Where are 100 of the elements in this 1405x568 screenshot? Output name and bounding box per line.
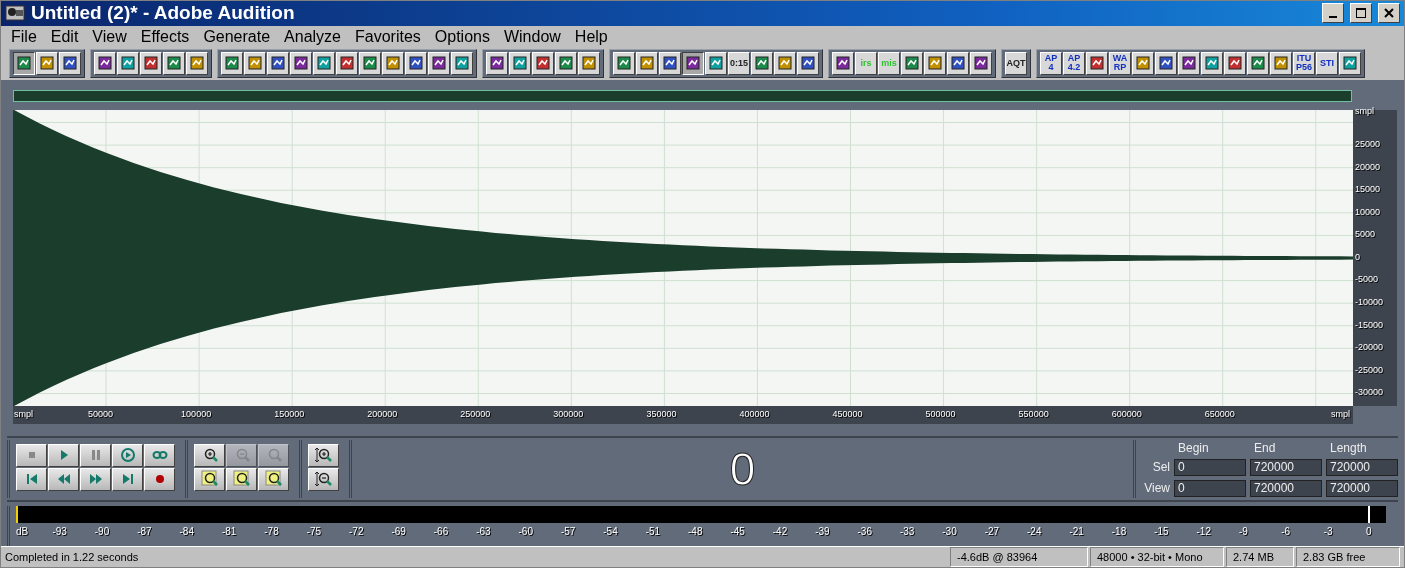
transport-button[interactable]: [112, 443, 143, 467]
peak-marker: [1368, 505, 1370, 523]
toolbar-icon: [1089, 55, 1105, 72]
axis-label: 50000: [88, 408, 114, 419]
transport-button[interactable]: [144, 443, 175, 467]
meter-label: -81: [221, 525, 237, 537]
transport-button[interactable]: [48, 443, 79, 467]
toolbar-button[interactable]: AP 4: [1040, 51, 1062, 75]
toolbar-icon: [973, 55, 989, 72]
meter-label: -57: [560, 525, 576, 537]
zoom-button[interactable]: [194, 467, 225, 491]
toolbar-icon: [166, 55, 182, 72]
zoom-button[interactable]: [226, 467, 257, 491]
transport-button[interactable]: [144, 467, 175, 491]
meter-label: -51: [645, 525, 661, 537]
transport-button[interactable]: [80, 467, 111, 491]
toolbar-icon: [339, 55, 355, 72]
meter-label: -12: [1196, 525, 1211, 537]
meter-label: -33: [899, 525, 915, 537]
menu-item[interactable]: Analyze: [278, 27, 349, 46]
vertical-zoom-button[interactable]: [308, 443, 339, 467]
toolbar-button[interactable]: AP 4.2: [1063, 51, 1085, 75]
axis-label: -5000: [1355, 274, 1379, 285]
time-field[interactable]: 720000: [1326, 458, 1398, 476]
toolbar-icon: [143, 55, 159, 72]
toolbar-icon: [904, 55, 920, 72]
axis-label: -20000: [1355, 342, 1384, 353]
toolbar-icon: [1342, 55, 1358, 72]
maximize-button[interactable]: [1350, 3, 1372, 24]
time-field[interactable]: 720000: [1326, 479, 1398, 497]
magnifier-icon: [200, 470, 219, 489]
toolbar-button[interactable]: AQT: [1005, 51, 1027, 75]
toolbar-icon: [639, 55, 655, 72]
transport-button[interactable]: [80, 443, 111, 467]
meter-label: -63: [476, 525, 491, 537]
toolbar-icon: [835, 55, 851, 72]
menu-item[interactable]: Edit: [44, 27, 87, 46]
meter-label: -18: [1111, 525, 1127, 537]
toolbar-icon: [247, 55, 263, 72]
status-field: 2.83 GB free: [1296, 546, 1400, 567]
toolbar-icon: [454, 55, 470, 72]
transport-button[interactable]: [48, 467, 79, 491]
menu-item[interactable]: View: [86, 27, 135, 46]
menu-item[interactable]: Window: [497, 27, 569, 46]
axis-label: 600000: [1111, 408, 1142, 419]
meter-label: -69: [391, 525, 406, 537]
window-title: Untitled (2)* - Adobe Audition: [31, 2, 296, 25]
meter-label: -72: [349, 525, 364, 537]
vertical-zoom-button[interactable]: [308, 467, 339, 491]
toolbar-icon: [1204, 55, 1220, 72]
menu-item[interactable]: Options: [428, 27, 498, 46]
toolbar-icon: [385, 55, 401, 72]
meter-label: -21: [1069, 525, 1084, 537]
axis-label: 5000: [1355, 229, 1376, 240]
axis-label: -15000: [1355, 319, 1384, 330]
toolbar-button[interactable]: WA RP: [1109, 51, 1131, 75]
meter-label: -9: [1238, 525, 1248, 537]
zoom-button[interactable]: [258, 467, 289, 491]
menu-item[interactable]: Generate: [197, 27, 279, 46]
menu-item[interactable]: File: [5, 27, 45, 46]
meter-label: -30: [942, 525, 957, 537]
toolbar-icon: [1273, 55, 1289, 72]
axis-label: 550000: [1018, 408, 1049, 419]
transport-button[interactable]: [16, 443, 47, 467]
minimize-button[interactable]: [1322, 3, 1344, 24]
toolbar-button[interactable]: [682, 51, 704, 75]
transport-button[interactable]: [16, 467, 47, 491]
menu-item[interactable]: Help: [568, 27, 616, 46]
time-field[interactable]: 0: [1174, 458, 1246, 476]
meter-label: -15: [1154, 525, 1169, 537]
time-field[interactable]: 720000: [1250, 458, 1322, 476]
axis-label: 400000: [739, 408, 770, 419]
transport-button[interactable]: [112, 467, 143, 491]
toolbar-button[interactable]: STI: [1316, 51, 1338, 75]
menu-item[interactable]: Favorites: [349, 27, 429, 46]
time-display: 0: [729, 441, 756, 496]
zoom-button[interactable]: [194, 443, 225, 467]
row-label: Sel: [1151, 460, 1170, 475]
toolbar-icon: [16, 55, 32, 72]
close-button[interactable]: [1378, 3, 1400, 24]
zoom-in-icon: [314, 446, 333, 465]
row-label: View: [1143, 481, 1170, 496]
menu-item[interactable]: Effects: [134, 27, 198, 46]
toolbar-icon: [558, 55, 574, 72]
axis-label: smpl: [1355, 105, 1374, 116]
time-field[interactable]: 720000: [1250, 479, 1322, 497]
toolbar-button[interactable]: 0:15: [728, 51, 750, 75]
toolbar-icon: [708, 55, 724, 72]
toolbar-button[interactable]: ITU P56: [1293, 51, 1315, 75]
time-field[interactable]: 0: [1174, 479, 1246, 497]
meter-label: dB: [16, 525, 29, 537]
play-circle-icon: [119, 447, 136, 464]
toolbar-button[interactable]: [13, 51, 35, 75]
toolbar-icon: [97, 55, 113, 72]
toolbar-icon: [1181, 55, 1197, 72]
magnifier-icon: [264, 470, 283, 489]
toolbar-icon: [685, 55, 701, 72]
toolbar-icon: [39, 55, 55, 72]
toolbar-icon: [270, 55, 286, 72]
column-header: Begin: [1177, 441, 1210, 456]
